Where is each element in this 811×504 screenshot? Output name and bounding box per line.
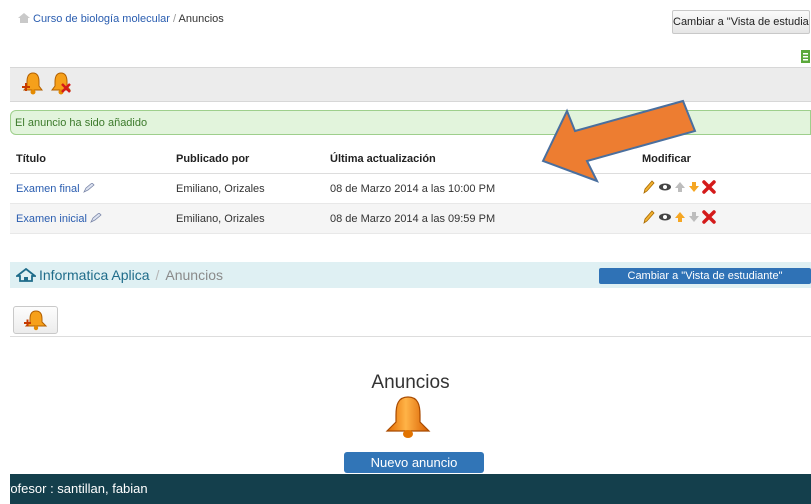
breadcrumb-course-link[interactable]: Informatica Aplica: [39, 267, 150, 283]
edit-pencil-icon[interactable]: [90, 211, 102, 223]
move-down-icon[interactable]: [688, 211, 700, 226]
edit-icon[interactable]: [642, 210, 656, 227]
author-cell: Emiliano, Orizales: [170, 173, 324, 204]
bell-icon: [381, 395, 435, 441]
add-announcement-button[interactable]: [13, 306, 58, 334]
student-view-button[interactable]: Cambiar a "Vista de estudiante": [672, 10, 810, 34]
house-icon[interactable]: [14, 264, 38, 290]
updated-cell: 08 de Marzo 2014 a las 09:59 PM: [324, 203, 636, 234]
house-icon: [18, 13, 30, 23]
bell-add-icon[interactable]: [22, 71, 44, 100]
page-title: Anuncios: [371, 372, 450, 393]
breadcrumb-course-link[interactable]: Curso de biología molecular: [33, 13, 170, 25]
actions-toolbar: [10, 297, 811, 337]
visibility-icon[interactable]: [658, 211, 672, 226]
announcement-title-link[interactable]: Examen final: [16, 183, 80, 195]
bell-delete-icon[interactable]: [50, 71, 72, 100]
delete-icon[interactable]: [702, 210, 716, 227]
modify-cell: [636, 203, 811, 234]
breadcrumb-current: Anuncios: [178, 13, 224, 25]
title-cell: Examen final: [10, 173, 170, 204]
column-header-title[interactable]: Título: [10, 145, 170, 174]
new-announcement-button[interactable]: Nuevo anuncio: [344, 452, 484, 473]
title-cell: Examen inicial: [10, 203, 170, 234]
move-up-icon[interactable]: [674, 211, 686, 226]
bell-add-icon: [23, 309, 49, 336]
footer: rofesor : santillan, fabian: [10, 474, 811, 504]
breadcrumb-current: Anuncios: [165, 267, 223, 283]
export-icon[interactable]: [800, 50, 811, 64]
author-cell: Emiliano, Orizales: [170, 203, 324, 234]
breadcrumb: Curso de biología molecular / Anuncios: [18, 13, 224, 25]
column-header-author[interactable]: Publicado por: [170, 145, 324, 174]
breadcrumb-separator: /: [155, 267, 160, 283]
announcement-title-link[interactable]: Examen inicial: [16, 213, 87, 225]
annotation-arrow: [535, 95, 710, 185]
table-row: Examen inicial Emiliano, Orizales 08 de …: [10, 203, 811, 234]
teacher-label: rofesor : santillan, fabian: [10, 481, 148, 496]
edit-pencil-icon[interactable]: [82, 181, 95, 193]
breadcrumb-separator: /: [173, 13, 177, 25]
row-actions: [642, 210, 716, 227]
student-view-button[interactable]: Cambiar a "Vista de estudiante": [599, 268, 811, 284]
